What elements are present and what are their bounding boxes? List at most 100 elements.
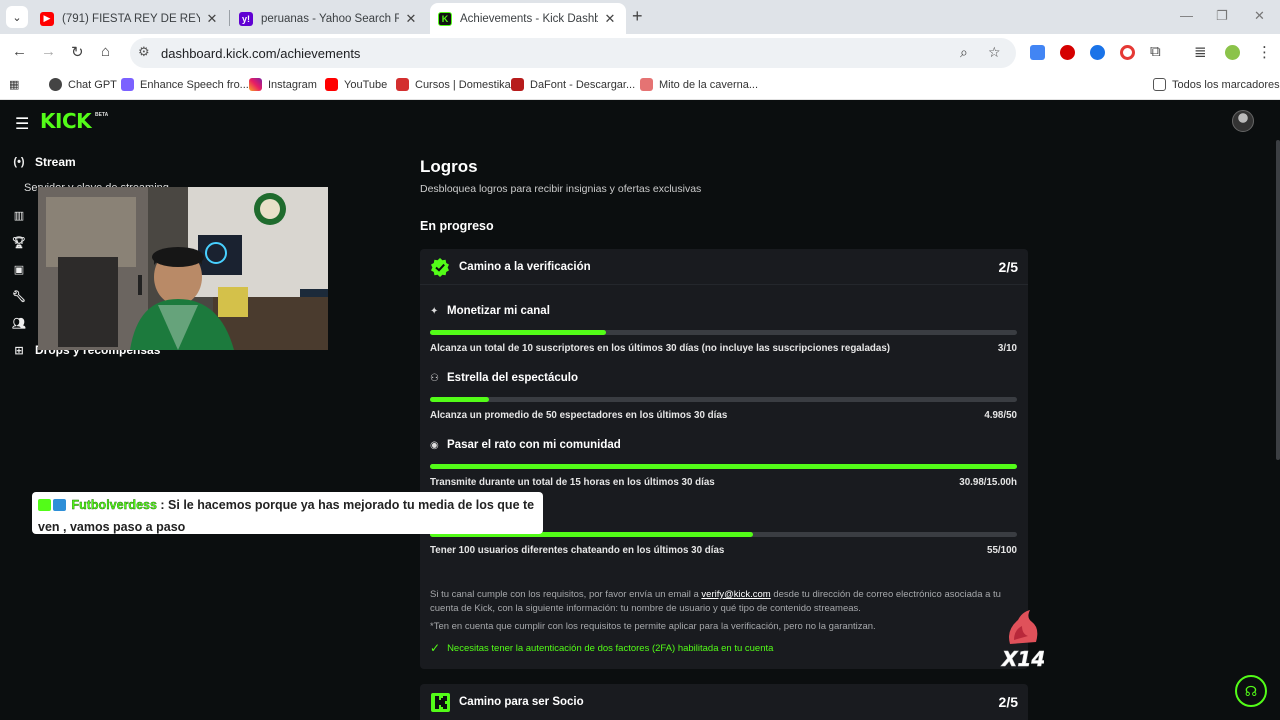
extension-icon[interactable] [1090,45,1105,60]
sidebar-item-tools[interactable]: 🔧︎ [12,290,35,303]
sidebar-item-insights[interactable]: ▥ [12,209,35,222]
sidebar-item-label: Stream [35,155,76,169]
profile-avatar-icon[interactable] [1225,45,1240,60]
gift-icon: ⊞ [14,344,24,357]
restore-icon[interactable]: ❐ [1216,8,1228,24]
requirement-text: Necesitas tener la autenticación de dos … [447,642,774,654]
task-title: Estrella del espectáculo [447,372,579,384]
bookmark-instagram[interactable]: Instagram [249,78,317,91]
users-icon: 👥︎ [12,318,26,330]
tab-yahoo[interactable]: y! peruanas - Yahoo Search Result ✕ [231,3,427,34]
card-progress-count: 2/5 [998,694,1018,710]
close-icon[interactable]: ✕ [602,11,618,27]
address-bar[interactable]: ⚙ dashboard.kick.com/achievements ⌕ ☆ [130,38,1016,68]
bookmark-mito-caverna[interactable]: Mito de la caverna... [640,78,758,91]
subscriber-badge-icon [53,499,66,511]
site-info-icon[interactable]: ⚙ [138,44,150,60]
kick-logo[interactable]: KICK [40,109,92,133]
tab-divider [229,10,230,26]
chart-icon: ▥ [13,210,25,222]
home-icon[interactable]: ⌂ [101,43,110,60]
verification-note: Si tu canal cumple con los requisitos, p… [430,588,1020,616]
sparkle-icon: ✦ [430,305,439,317]
section-title-in-progress: En progreso [420,219,494,233]
back-arrow-icon[interactable]: ← [12,43,27,60]
users-icon: ⚇ [430,372,439,384]
task-value: 3/10 [997,343,1017,354]
window-close-icon[interactable]: ✕ [1254,8,1265,24]
close-icon[interactable]: ✕ [204,11,220,27]
task-title: Monetizar mi canal [447,305,550,317]
record-extension-icon[interactable] [1120,45,1135,60]
more-menu-icon[interactable]: ⋮ [1257,43,1272,61]
folder-icon [1153,78,1166,91]
check-icon: ✓ [430,641,441,655]
tab-title: (791) FIESTA REY DE REYES | EL [62,12,200,25]
card-header[interactable]: Camino para ser Socio 2/5 [420,684,1028,720]
x14-overlay-logo: X14 [1000,608,1046,672]
domestika-icon [396,78,409,91]
close-icon[interactable]: ✕ [403,11,419,27]
tab-youtube[interactable]: ▶ (791) FIESTA REY DE REYES | EL ✕ [32,3,228,34]
task-description: Transmite durante un total de 15 horas e… [430,477,715,488]
task-description: Alcanza un promedio de 50 espectadores e… [430,410,728,421]
task-hang-out-community: ◉ Pasar el rato con mi comunidad Transmit… [430,439,1017,488]
browser-toolbar: ← → ↻ ⌂ ⚙ dashboard.kick.com/achievement… [0,34,1280,72]
apps-grid-icon[interactable]: ▦ [9,78,19,91]
kick-dashboard-page: ☰ KICK BETA (•) Stream Servidor y clave … [0,100,1280,720]
verify-email-link[interactable]: verify@kick.com [701,589,770,600]
tab-search-button[interactable]: ⌄ [6,6,28,28]
reload-icon[interactable]: ↻ [71,43,84,61]
progress-bar [430,464,1017,469]
kick-logo-icon [430,692,450,712]
page-title: Logros [420,157,478,176]
help-chat-button[interactable]: ☊ [1235,675,1267,707]
hamburger-menu-icon[interactable]: ☰ [15,114,29,134]
puzzle-extensions-icon[interactable]: ⧉ [1150,43,1161,60]
task-title: Pasar el rato con mi comunidad [447,439,621,451]
zoom-search-icon[interactable]: ⌕ [960,44,968,61]
bookmark-domestika[interactable]: Cursos | Domestika [396,78,511,91]
adobe-podcast-icon [121,78,134,91]
bookmarks-bar: ▦ Chat GPT Enhance Speech fro... Instagr… [0,72,1280,100]
task-description: Tener 100 usuarios diferentes chateando … [430,545,725,556]
media-control-icon[interactable]: ≣ [1194,43,1207,61]
bookmark-enhance-speech[interactable]: Enhance Speech fro... [121,78,249,91]
minimize-icon[interactable]: — [1180,8,1193,23]
task-description: Alcanza un total de 10 suscriptores en l… [430,343,891,354]
translate-extension-icon[interactable] [1030,45,1045,60]
card-title: Camino para ser Socio [459,696,584,708]
wrench-icon: 🔧︎ [12,291,26,303]
url-text[interactable]: dashboard.kick.com/achievements [161,46,360,61]
x14-text: X14 [1000,647,1044,671]
card-header[interactable]: Camino a la verificación 2/5 [420,249,1028,285]
page-scrollbar[interactable] [1276,140,1280,460]
sidebar-item-community[interactable]: 👥︎ [12,317,35,330]
bookmark-chatgpt[interactable]: Chat GPT [49,78,117,91]
bookmark-star-icon[interactable]: ☆ [988,44,1001,61]
task-value: 30.98/15.00h [959,477,1017,488]
new-tab-button[interactable]: + [632,6,643,27]
bookmark-label: Chat GPT [68,78,117,91]
instagram-icon [249,78,262,91]
2fa-requirement: ✓ Necesitas tener la autenticación de do… [430,641,773,655]
tab-kick-active[interactable]: K Achievements - Kick Dashboard ✕ [430,3,626,34]
progress-fill [430,330,607,335]
broadcast-icon: (•) [13,156,25,168]
forward-arrow-icon[interactable]: → [41,43,56,60]
yahoo-icon: y! [239,11,253,26]
progress-fill [430,397,489,402]
opera-extension-icon[interactable] [1060,45,1075,60]
tab-title: peruanas - Yahoo Search Result [261,12,399,25]
sidebar-item-extensions[interactable]: ▣ [12,263,35,276]
bookmark-dafont[interactable]: DaFont - Descargar... [511,78,635,91]
sidebar-item-achievements[interactable]: 🏆︎ [12,236,35,249]
avatar[interactable] [1232,110,1254,132]
sidebar-item-stream[interactable]: (•) Stream [12,155,76,169]
bookmark-youtube[interactable]: YouTube [325,78,387,91]
all-bookmarks-folder[interactable]: Todos los marcadores [1153,78,1280,91]
kick-icon: K [438,11,452,26]
browser-tab-strip: ⌄ ▶ (791) FIESTA REY DE REYES | EL ✕ y! … [0,0,1280,34]
chat-badges [38,497,68,517]
achievement-card-verification: Camino a la verificación 2/5 ✦ Monetizar … [420,249,1028,669]
